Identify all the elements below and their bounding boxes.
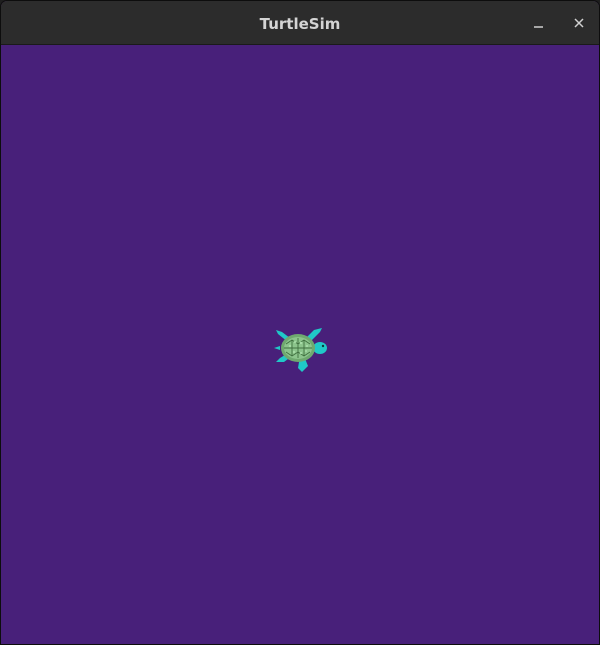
turtle-icon: [274, 328, 327, 372]
turtle-canvas: [1, 45, 599, 644]
close-icon: [574, 18, 584, 28]
turtlesim-window: TurtleSim: [0, 0, 600, 645]
minimize-button[interactable]: [526, 10, 552, 36]
title-bar[interactable]: TurtleSim: [1, 1, 599, 45]
minimize-icon: [534, 26, 543, 28]
close-button[interactable]: [566, 10, 592, 36]
window-title: TurtleSim: [259, 15, 341, 33]
